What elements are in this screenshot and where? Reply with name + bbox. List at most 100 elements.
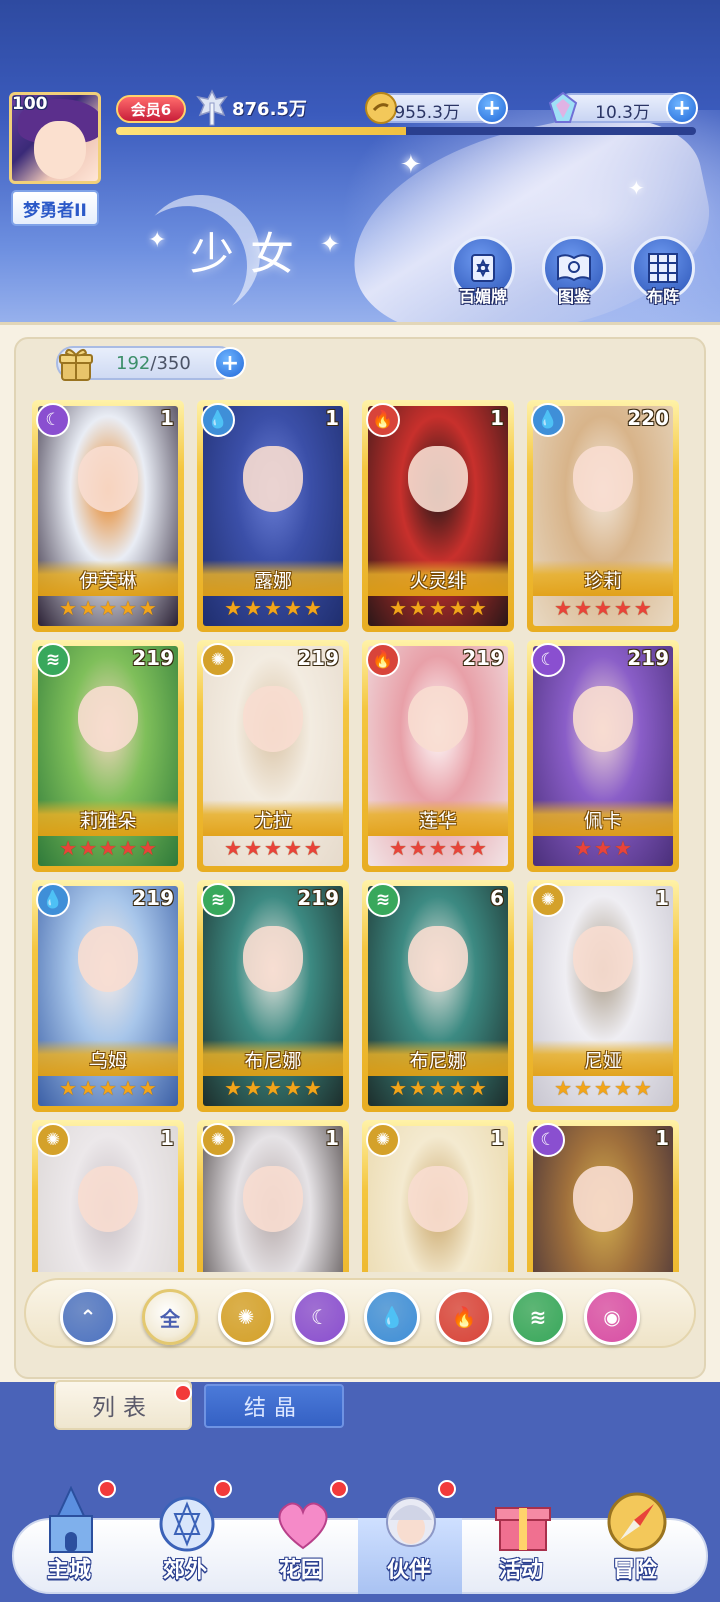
character-face	[408, 1166, 468, 1232]
add-diamond-button[interactable]: +	[666, 92, 698, 124]
filter-all-button[interactable]: 全	[142, 1289, 198, 1345]
filter-moon-button[interactable]: ☾	[292, 1289, 348, 1345]
companion-icon	[376, 1484, 446, 1558]
character-level: 1	[325, 406, 339, 430]
expand-capacity-button[interactable]: +	[214, 347, 246, 379]
character-card[interactable]: 布尼娜 ★ ★ ★ ★ ★ 6 ≋	[362, 880, 514, 1112]
header: ✦ ✦ ✦ ✦	[0, 0, 720, 330]
star-icon: ★	[224, 836, 243, 860]
star-icon: ★	[303, 1076, 322, 1100]
filter-up-button[interactable]: ⌃	[60, 1289, 116, 1345]
nav-item[interactable]: 冒险	[580, 1478, 690, 1598]
star-rating: ★ ★ ★ ★ ★	[38, 1074, 178, 1102]
heart-icon	[268, 1484, 338, 1558]
nav-item[interactable]: 伙伴	[354, 1478, 464, 1598]
star-icon: ★	[224, 596, 243, 620]
filter-star-button[interactable]: ◉	[584, 1289, 640, 1345]
nav-item[interactable]: 活动	[466, 1478, 576, 1598]
star-icon: ★	[389, 836, 408, 860]
notification-dot	[214, 1480, 232, 1498]
water-element-icon: 💧	[201, 403, 235, 437]
character-card[interactable]: 尤拉 ★ ★ ★ ★ ★ 219 ✺	[197, 640, 349, 872]
character-card[interactable]: 1 ✺	[197, 1120, 349, 1272]
nav-item[interactable]: 主城	[14, 1478, 124, 1598]
star-icon: ★	[79, 836, 98, 860]
gold-currency: 955.3万 +	[365, 92, 508, 124]
diamond-icon	[544, 89, 582, 127]
tab-list[interactable]: 列表	[54, 1380, 192, 1430]
power-value: 876.5万	[232, 99, 307, 120]
star-icon: ★	[99, 596, 117, 620]
nav-item[interactable]: 郊外	[130, 1478, 240, 1598]
star-rating: ★ ★ ★ ★ ★	[533, 1074, 673, 1102]
character-card[interactable]: 莲华 ★ ★ ★ ★ ★ 219 🔥	[362, 640, 514, 872]
light-element-icon: ✺	[531, 883, 565, 917]
character-card[interactable]: 1 ☾	[527, 1120, 679, 1272]
star-rating: ★ ★ ★ ★ ★	[368, 834, 508, 862]
star-icon: ★	[244, 596, 263, 620]
castle-icon	[36, 1484, 106, 1558]
light-element-icon: ✺	[201, 1123, 235, 1157]
character-face	[408, 446, 468, 512]
exp-progress-bar	[116, 127, 696, 135]
nav-label: 主城	[46, 1558, 91, 1583]
star-icon: ★	[409, 836, 428, 860]
star-icon: ★	[303, 596, 322, 620]
player-title[interactable]: 梦勇者II	[11, 190, 99, 226]
compass-icon	[602, 1484, 672, 1558]
nav-item[interactable]: 花园	[246, 1478, 356, 1598]
character-card[interactable]: 莉雅朵 ★ ★ ★ ★ ★ 219 ≋	[32, 640, 184, 872]
star-icon: ★	[613, 1076, 632, 1100]
sparkle-icon: ✦	[148, 228, 167, 253]
up-icon: ⌃	[79, 1305, 97, 1329]
character-card-grid: 伊芙琳 ★ ★ ★ ★ ★ 1 ☾ 露娜 ★ ★ ★ ★ ★ 1 💧 火灵绯 ★ ★ ★ ★ ★ 1 🔥 珍莉 ★ ★ ★ ★ ★ 220 💧…	[32, 400, 692, 1272]
star-icon: ★	[138, 1076, 157, 1100]
star-icon: ★	[429, 1076, 447, 1100]
star-icon: ★	[554, 596, 573, 620]
moon-icon: ☾	[311, 1305, 329, 1329]
grid-formation-icon	[648, 253, 678, 283]
star-icon: ★	[224, 1076, 243, 1100]
avatar-face	[34, 121, 86, 179]
star-icon: ★	[613, 596, 632, 620]
character-card[interactable]: 露娜 ★ ★ ★ ★ ★ 1 💧	[197, 400, 349, 632]
character-level: 219	[462, 646, 504, 670]
star-icon: ★	[283, 836, 302, 860]
magic-circle-icon	[152, 1484, 222, 1558]
roster-capacity: 192/350 +	[56, 346, 246, 381]
character-card[interactable]: 珍莉 ★ ★ ★ ★ ★ 220 💧	[527, 400, 679, 632]
filter-fire-button[interactable]: 🔥	[436, 1289, 492, 1345]
capacity-max: 350	[156, 353, 191, 374]
star-icon: ★	[633, 1076, 652, 1100]
filter-water-button[interactable]: 💧	[364, 1289, 420, 1345]
star-icon: ★	[554, 1076, 573, 1100]
character-card[interactable]: 火灵绯 ★ ★ ★ ★ ★ 1 🔥	[362, 400, 514, 632]
character-card[interactable]: 1 ✺	[32, 1120, 184, 1272]
character-card[interactable]: 乌姆 ★ ★ ★ ★ ★ 219 💧	[32, 880, 184, 1112]
character-face	[408, 926, 468, 992]
star-rating: ★ ★ ★ ★ ★	[38, 834, 178, 862]
nav-label: 伙伴	[386, 1558, 431, 1583]
fire-icon: 🔥	[451, 1305, 477, 1329]
tab-crystal[interactable]: 结晶	[204, 1384, 344, 1428]
nav-label: 花园	[278, 1558, 323, 1583]
character-card[interactable]: 布尼娜 ★ ★ ★ ★ ★ 219 ≋	[197, 880, 349, 1112]
light-element-icon: ✺	[366, 1123, 400, 1157]
character-card[interactable]: 尼娅 ★ ★ ★ ★ ★ 1 ✺	[527, 880, 679, 1112]
vip-badge[interactable]: 会员6	[116, 95, 186, 123]
character-card[interactable]: 佩卡 ★ ★ ★ 219 ☾	[527, 640, 679, 872]
character-level: 219	[132, 646, 174, 670]
star-icon: ★	[389, 596, 408, 620]
light-element-icon: ✺	[201, 643, 235, 677]
element-filter-bar: ⌃ 全 ✺ ☾ 💧 🔥 ≋ ◉	[24, 1278, 696, 1348]
character-card[interactable]: 1 ✺	[362, 1120, 514, 1272]
star-icon: ★	[468, 836, 487, 860]
filter-light-button[interactable]: ✺	[218, 1289, 274, 1345]
star-icon: ★	[138, 836, 157, 860]
character-card[interactable]: 伊芙琳 ★ ★ ★ ★ ★ 1 ☾	[32, 400, 184, 632]
diamond-value: 10.3万	[595, 103, 650, 123]
character-face	[408, 686, 468, 752]
filter-wind-button[interactable]: ≋	[510, 1289, 566, 1345]
add-gold-button[interactable]: +	[476, 92, 508, 124]
star-icon: ★	[409, 1076, 428, 1100]
